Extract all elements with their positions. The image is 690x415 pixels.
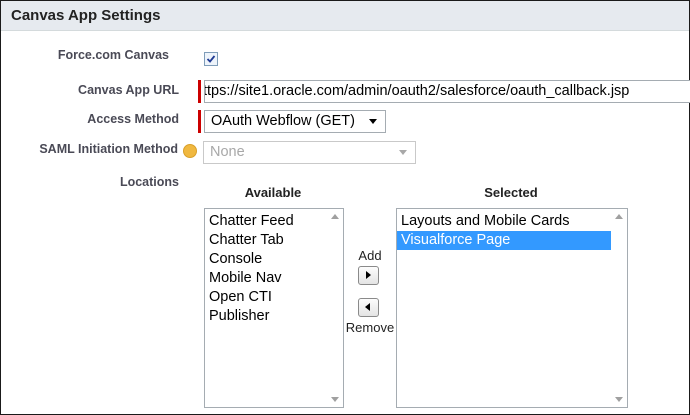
list-item[interactable]: Chatter Tab [205,231,343,250]
selected-scrollbar[interactable] [611,209,627,407]
saml-value: None [210,144,245,160]
add-label: Add [358,248,382,263]
arrow-right-icon [366,271,371,279]
force-canvas-label: Force.com Canvas [57,48,169,62]
list-item-selected[interactable]: Visualforce Page [397,231,611,250]
chevron-down-icon [369,119,377,124]
saml-select: None [203,141,416,164]
list-item[interactable]: Mobile Nav [205,269,343,288]
required-indicator [198,80,201,103]
saml-label: SAML Initiation Method [39,142,178,156]
required-indicator [198,110,201,133]
section-title: Canvas App Settings [11,7,161,24]
scroll-up-icon[interactable] [331,214,339,219]
selected-heading: Selected [484,185,538,200]
force-canvas-checkbox[interactable] [204,52,218,66]
list-item[interactable]: Layouts and Mobile Cards [397,212,611,231]
scroll-down-icon[interactable] [615,397,623,402]
access-method-value: OAuth Webflow (GET) [211,113,355,129]
info-icon[interactable] [183,144,197,158]
checkmark-icon [206,55,216,63]
scroll-down-icon[interactable] [331,397,339,402]
canvas-url-input[interactable]: ttps://site1.oracle.com/admin/oauth2/sal… [204,80,690,103]
available-scrollbar[interactable] [327,209,343,407]
canvas-url-label: Canvas App URL [78,83,179,97]
section-header: Canvas App Settings [1,1,689,31]
available-heading: Available [244,185,302,200]
add-button[interactable] [358,266,379,285]
list-item[interactable]: Chatter Feed [205,212,343,231]
list-item[interactable]: Open CTI [205,288,343,307]
scroll-up-icon[interactable] [615,214,623,219]
available-listbox[interactable]: Chatter Feed Chatter Tab Console Mobile … [204,208,344,408]
remove-button[interactable] [358,298,379,317]
list-item[interactable]: Publisher [205,307,343,326]
canvas-url-value: ttps://site1.oracle.com/admin/oauth2/sal… [204,83,630,99]
arrow-left-icon [365,303,370,311]
selected-listbox[interactable]: Layouts and Mobile Cards Visualforce Pag… [396,208,628,408]
access-method-select[interactable]: OAuth Webflow (GET) [204,110,386,133]
chevron-down-icon [399,150,407,155]
list-item[interactable]: Console [205,250,343,269]
remove-label: Remove [345,320,395,335]
access-method-label: Access Method [87,112,179,126]
locations-label: Locations [119,175,179,189]
